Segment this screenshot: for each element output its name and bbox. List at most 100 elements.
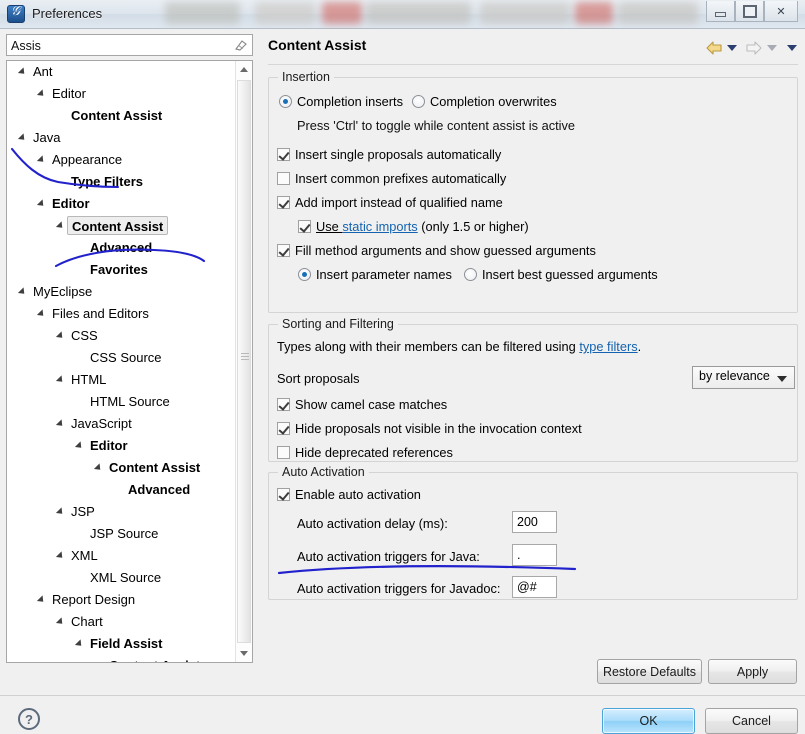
tree-item-files-and-editors[interactable]: Files and Editors — [7, 303, 235, 325]
tree-twisty-icon[interactable] — [15, 127, 29, 149]
insert-single-proposals-checkbox[interactable]: Insert single proposals automatically — [277, 147, 501, 163]
show-camel-case-checkbox[interactable]: Show camel case matches — [277, 397, 447, 413]
tree-twisty-icon[interactable] — [34, 589, 48, 611]
insert-best-guessed-radio[interactable]: Insert best guessed arguments — [464, 267, 658, 283]
checkbox-indicator — [277, 398, 290, 411]
tree-item-content-assist[interactable]: Content Assist — [7, 215, 235, 237]
filter-box[interactable] — [6, 34, 253, 56]
tree-item-javascript[interactable]: JavaScript — [7, 413, 235, 435]
tree-item-chart[interactable]: Chart — [7, 611, 235, 633]
tree-twisty-icon[interactable] — [53, 325, 67, 347]
tree-item-label: Editor — [90, 438, 128, 453]
tree-item-advanced[interactable]: Advanced — [7, 479, 235, 501]
tree-item-favorites[interactable]: Favorites — [7, 259, 235, 281]
tree-item-field-assist[interactable]: Field Assist — [7, 633, 235, 655]
tree-item-report-design[interactable]: Report Design — [7, 589, 235, 611]
search-input[interactable] — [11, 37, 216, 54]
insert-common-prefixes-checkbox[interactable]: Insert common prefixes automatically — [277, 171, 506, 187]
tree-twisty-icon[interactable] — [53, 545, 67, 567]
type-filters-link[interactable]: type filters — [579, 339, 637, 354]
hide-deprecated-checkbox[interactable]: Hide deprecated references — [277, 445, 453, 461]
ctrl-toggle-hint: Press 'Ctrl' to toggle while content ass… — [297, 118, 576, 133]
tree-item-advanced[interactable]: Advanced — [7, 237, 235, 259]
auto-activation-java-input[interactable] — [512, 544, 557, 566]
back-arrow-icon[interactable] — [705, 40, 723, 56]
tree-item-java[interactable]: Java — [7, 127, 235, 149]
tree-twisty-icon[interactable] — [53, 369, 67, 391]
sort-proposals-select[interactable]: by relevance — [692, 366, 795, 389]
tree-item-editor[interactable]: Editor — [7, 435, 235, 457]
forward-arrow-icon — [745, 40, 763, 56]
page-header: Content Assist — [268, 37, 798, 65]
cancel-button[interactable]: Cancel — [705, 708, 798, 734]
hide-not-visible-checkbox[interactable]: Hide proposals not visible in the invoca… — [277, 421, 582, 437]
tree-item-xml-source[interactable]: XML Source — [7, 567, 235, 589]
tree-item-jsp[interactable]: JSP — [7, 501, 235, 523]
tree-twisty-icon[interactable] — [91, 457, 105, 479]
tree-item-html[interactable]: HTML — [7, 369, 235, 391]
scroll-up-arrow-icon[interactable] — [236, 61, 252, 78]
insertion-group-title: Insertion — [278, 70, 334, 84]
hide-not-visible-label: Hide proposals not visible in the invoca… — [295, 421, 582, 436]
tree-item-ant[interactable]: Ant — [7, 61, 235, 83]
tree-twisty-icon[interactable] — [34, 193, 48, 215]
apply-button[interactable]: Apply — [708, 659, 797, 684]
tree-item-css-source[interactable]: CSS Source — [7, 347, 235, 369]
scrollbar-thumb[interactable] — [237, 80, 251, 643]
tree-item-content-assist[interactable]: Content Assist — [7, 655, 235, 662]
static-imports-link[interactable]: static imports — [342, 219, 417, 234]
preference-page: Content Assist Insertion Completion inse… — [260, 29, 805, 648]
tree-item-content-assist[interactable]: Content Assist — [7, 457, 235, 479]
tree-twisty-icon[interactable] — [53, 501, 67, 523]
preferences-dialog: Preferences ✕ — [0, 0, 805, 734]
tree-item-editor[interactable]: Editor — [7, 193, 235, 215]
tree-twisty-icon[interactable] — [15, 61, 29, 83]
add-import-label: Add import instead of qualified name — [295, 195, 503, 210]
hide-deprecated-label: Hide deprecated references — [295, 445, 453, 460]
tree-item-editor[interactable]: Editor — [7, 83, 235, 105]
tree-twisty-icon[interactable] — [72, 435, 86, 457]
tree-item-jsp-source[interactable]: JSP Source — [7, 523, 235, 545]
tree-twisty-icon[interactable] — [34, 303, 48, 325]
preferences-sidebar: Ant Editor Content Assist Java Appearance Typ… — [6, 34, 253, 663]
close-button[interactable]: ✕ — [764, 1, 798, 22]
tree-twisty-icon[interactable] — [53, 611, 67, 633]
scroll-down-arrow-icon[interactable] — [236, 645, 252, 662]
auto-activation-delay-input[interactable] — [512, 511, 557, 533]
help-icon[interactable]: ? — [18, 708, 40, 730]
tree-twisty-icon[interactable] — [53, 215, 67, 237]
back-dropdown-caret-icon[interactable] — [727, 45, 737, 51]
tree-item-myeclipse[interactable]: MyEclipse — [7, 281, 235, 303]
completion-inserts-radio[interactable]: Completion inserts — [279, 94, 403, 110]
radio-indicator — [464, 268, 477, 281]
completion-overwrites-label: Completion overwrites — [430, 94, 557, 109]
tree-item-appearance[interactable]: Appearance — [7, 149, 235, 171]
tree-item-html-source[interactable]: HTML Source — [7, 391, 235, 413]
desktop-blur-3 — [322, 2, 362, 24]
maximize-button[interactable] — [735, 1, 764, 22]
auto-activation-java-label: Auto activation triggers for Java: — [297, 549, 480, 564]
ok-button[interactable]: OK — [602, 708, 695, 734]
fill-method-arguments-checkbox[interactable]: Fill method arguments and show guessed a… — [277, 243, 596, 259]
tree-item-type-filters[interactable]: Type Filters — [7, 171, 235, 193]
minimize-button[interactable] — [706, 1, 735, 22]
tree-twisty-icon[interactable] — [15, 281, 29, 303]
tree-item-css[interactable]: CSS — [7, 325, 235, 347]
insert-parameter-names-radio[interactable]: Insert parameter names — [298, 267, 452, 283]
tree-twisty-icon[interactable] — [34, 149, 48, 171]
use-static-imports-checkbox[interactable]: Use static imports (only 1.5 or higher) — [298, 219, 529, 235]
tree-twisty-icon[interactable] — [34, 83, 48, 105]
use-static-suffix: (only 1.5 or higher) — [417, 219, 529, 234]
enable-auto-activation-checkbox[interactable]: Enable auto activation — [277, 487, 421, 503]
auto-activation-javadoc-input[interactable] — [512, 576, 557, 598]
tree-twisty-icon[interactable] — [72, 633, 86, 655]
completion-overwrites-radio[interactable]: Completion overwrites — [412, 94, 557, 110]
clear-filter-icon[interactable] — [233, 38, 248, 52]
add-import-checkbox[interactable]: Add import instead of qualified name — [277, 195, 503, 211]
tree-twisty-icon[interactable] — [53, 413, 67, 435]
page-menu-caret-icon[interactable] — [787, 45, 797, 51]
tree-item-xml[interactable]: XML — [7, 545, 235, 567]
tree-item-content-assist[interactable]: Content Assist — [7, 105, 235, 127]
tree-scrollbar[interactable] — [235, 61, 252, 662]
restore-defaults-button[interactable]: Restore Defaults — [597, 659, 702, 684]
